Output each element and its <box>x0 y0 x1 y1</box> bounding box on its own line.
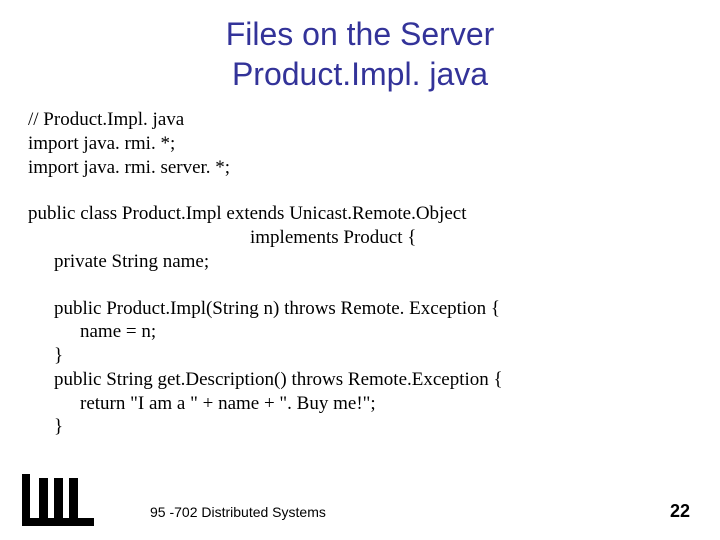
code-line: public class Product.Impl extends Unicas… <box>28 202 692 226</box>
title-line-2: Product.Impl. java <box>0 54 720 94</box>
code-line: public Product.Impl(String n) throws Rem… <box>28 297 692 321</box>
code-content: // Product.Impl. java import java. rmi. … <box>0 108 720 439</box>
code-line: private String name; <box>28 250 692 274</box>
code-line: return "I am a " + name + ". Buy me!"; <box>28 392 692 416</box>
code-line: } <box>28 415 692 439</box>
page-number: 22 <box>670 501 690 522</box>
blank-line <box>28 274 692 297</box>
code-line: implements Product { <box>28 226 692 250</box>
code-line: } <box>28 344 692 368</box>
code-line: // Product.Impl. java <box>28 108 692 132</box>
logo-icon <box>22 474 94 526</box>
title-line-1: Files on the Server <box>0 14 720 54</box>
code-line: name = n; <box>28 320 692 344</box>
code-line: import java. rmi. *; <box>28 132 692 156</box>
slide-title: Files on the Server Product.Impl. java <box>0 0 720 94</box>
footer-text: 95 -702 Distributed Systems <box>150 504 326 520</box>
code-line: import java. rmi. server. *; <box>28 156 692 180</box>
blank-line <box>28 179 692 202</box>
code-line: public String get.Description() throws R… <box>28 368 692 392</box>
